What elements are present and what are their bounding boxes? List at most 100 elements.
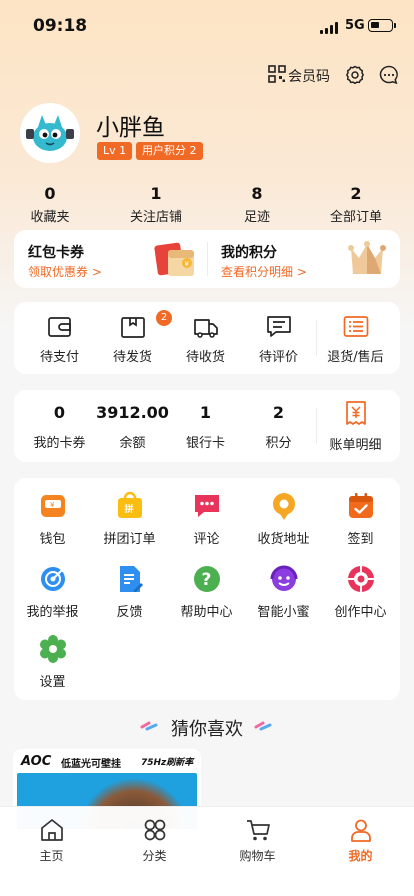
order-pending-review[interactable]: 待评价 [240,302,317,374]
tab-label: 分类 [142,849,167,863]
tab-label: 我的 [348,849,373,863]
tool-settings[interactable]: 设置 [14,634,91,704]
network-label: 5G [345,18,365,33]
username: 小胖鱼 [96,115,165,141]
tab-home[interactable]: 主页 [0,817,103,864]
battery-icon [368,19,396,32]
points-section[interactable]: 我的积分 查看积分明细 > [207,230,400,288]
stat-all-orders[interactable]: 2 全部订单 [311,184,401,225]
avatar[interactable] [20,103,80,163]
tool-comments[interactable]: 评论 [168,491,245,561]
red-envelope-icon: ¥ [154,242,194,276]
return-list-icon [343,316,369,337]
tool-report[interactable]: 我的举报 [14,564,91,634]
asset-cards[interactable]: 0 我的卡券 [21,390,98,462]
asset-balance[interactable]: 3912.00 余额 [94,390,171,462]
order-label: 待发货 [112,350,152,365]
coupon-link[interactable]: 领取优惠券 > [28,263,102,280]
stat-label: 全部订单 [329,210,382,225]
help-icon: ? [194,566,220,592]
svg-text:¥: ¥ [185,260,190,268]
stat-footprints[interactable]: 8 足迹 [212,184,302,225]
stat-value: 0 [44,184,56,203]
tool-check-in[interactable]: 签到 [322,491,399,561]
tool-label: 我的举报 [26,605,79,620]
home-icon [40,819,63,841]
crown-icon [348,241,386,274]
bill-icon [346,401,366,425]
order-pending-receipt[interactable]: 待收货 [167,302,244,374]
status-time: 09:18 [33,16,88,36]
recommend-title: 猜你喜欢 [171,719,243,740]
stat-label: 关注店铺 [129,210,182,225]
stat-label: 足迹 [243,210,270,225]
svg-text:拼: 拼 [125,503,134,515]
stats-row: 0 收藏夹 1 关注店铺 8 足迹 2 全部订单 [0,184,414,225]
asset-bank-cards[interactable]: 1 银行卡 [167,390,244,462]
tool-label: 签到 [347,532,374,547]
stat-value: 2 [350,184,362,203]
package-icon [121,317,145,338]
asset-label: 银行卡 [185,436,225,451]
order-label: 待支付 [39,350,79,365]
title-decoration-icon [254,721,272,731]
tab-mine[interactable]: 我的 [309,817,412,864]
tool-label: 拼团订单 [103,532,156,547]
order-pending-payment[interactable]: 待支付 [21,302,98,374]
points-link[interactable]: 查看积分明细 > [221,263,307,280]
tool-feedback[interactable]: 反馈 [91,564,168,634]
product-tag: 低蓝光可壁挂 [61,759,121,770]
tool-creation-center[interactable]: 创作中心 [322,564,399,634]
order-returns[interactable]: 退货/售后 [317,302,394,374]
tool-assistant[interactable]: 智能小蜜 [245,564,322,634]
asset-value: 3912.00 [96,403,169,422]
order-label: 退货/售后 [327,350,384,365]
tool-label: 智能小蜜 [257,605,310,620]
tool-label: 收货地址 [257,532,310,547]
orders-card: 待支付 2 待发货 待收货 待评价 退货/售后 [14,302,400,374]
order-label: 待收货 [185,350,225,365]
stat-value: 1 [150,184,162,203]
svg-text:¥: ¥ [50,501,55,509]
bill-label: 账单明细 [329,438,382,453]
comment-icon [195,495,219,517]
assets-card: 0 我的卡券 3912.00 余额 1 银行卡 2 积分 账单明细 [14,390,400,462]
tool-label: 评论 [193,532,220,547]
stat-followed-shops[interactable]: 1 关注店铺 [111,184,201,225]
qr-code-icon[interactable] [268,65,286,83]
tab-bar: 主页 分类 购物车 我的 [0,806,414,896]
tool-wallet[interactable]: ¥ 钱包 [14,491,91,561]
tool-group-orders[interactable]: 拼 拼团订单 [91,491,168,561]
tools-card: ¥ 钱包 拼 拼团订单 评论 收货地址 签到 我的举报 反馈 ? 帮助中心 智能… [14,478,400,700]
tab-label: 主页 [39,849,64,863]
member-code-button[interactable]: 会员码 [288,66,330,86]
product-brand: AOC [21,754,52,769]
tab-cart[interactable]: 购物车 [206,817,309,864]
signal-icon [320,22,340,34]
coupon-section[interactable]: 红包卡券 领取优惠券 > ¥ [14,230,207,288]
points-badge[interactable]: 用户积分 2 [136,142,203,160]
promo-card: 红包卡券 领取优惠券 > ¥ 我的积分 查看积分明细 > [14,230,400,288]
cart-icon [246,820,270,841]
asset-value: 2 [272,403,285,422]
asset-points[interactable]: 2 积分 [240,390,317,462]
status-bar: 09:18 5G [0,0,414,50]
create-icon [348,566,374,592]
tool-label: 创作中心 [334,605,387,620]
user-icon [350,819,371,842]
wallet-icon [48,317,71,337]
settings-gear-icon[interactable] [344,64,366,86]
message-icon[interactable] [378,64,400,86]
report-icon [41,567,65,591]
order-pending-shipment[interactable]: 2 待发货 [94,302,172,374]
tool-help-center[interactable]: ? 帮助中心 [168,564,245,634]
coupon-title: 红包卡券 [28,245,84,261]
tool-address[interactable]: 收货地址 [245,491,322,561]
tab-category[interactable]: 分类 [103,817,206,864]
stat-favorites[interactable]: 0 收藏夹 [5,184,95,225]
bill-details[interactable]: 账单明细 [317,390,394,462]
tool-label: 反馈 [116,605,143,620]
points-title: 我的积分 [221,245,277,261]
stat-value: 8 [251,184,263,203]
svg-text:?: ? [202,570,212,590]
